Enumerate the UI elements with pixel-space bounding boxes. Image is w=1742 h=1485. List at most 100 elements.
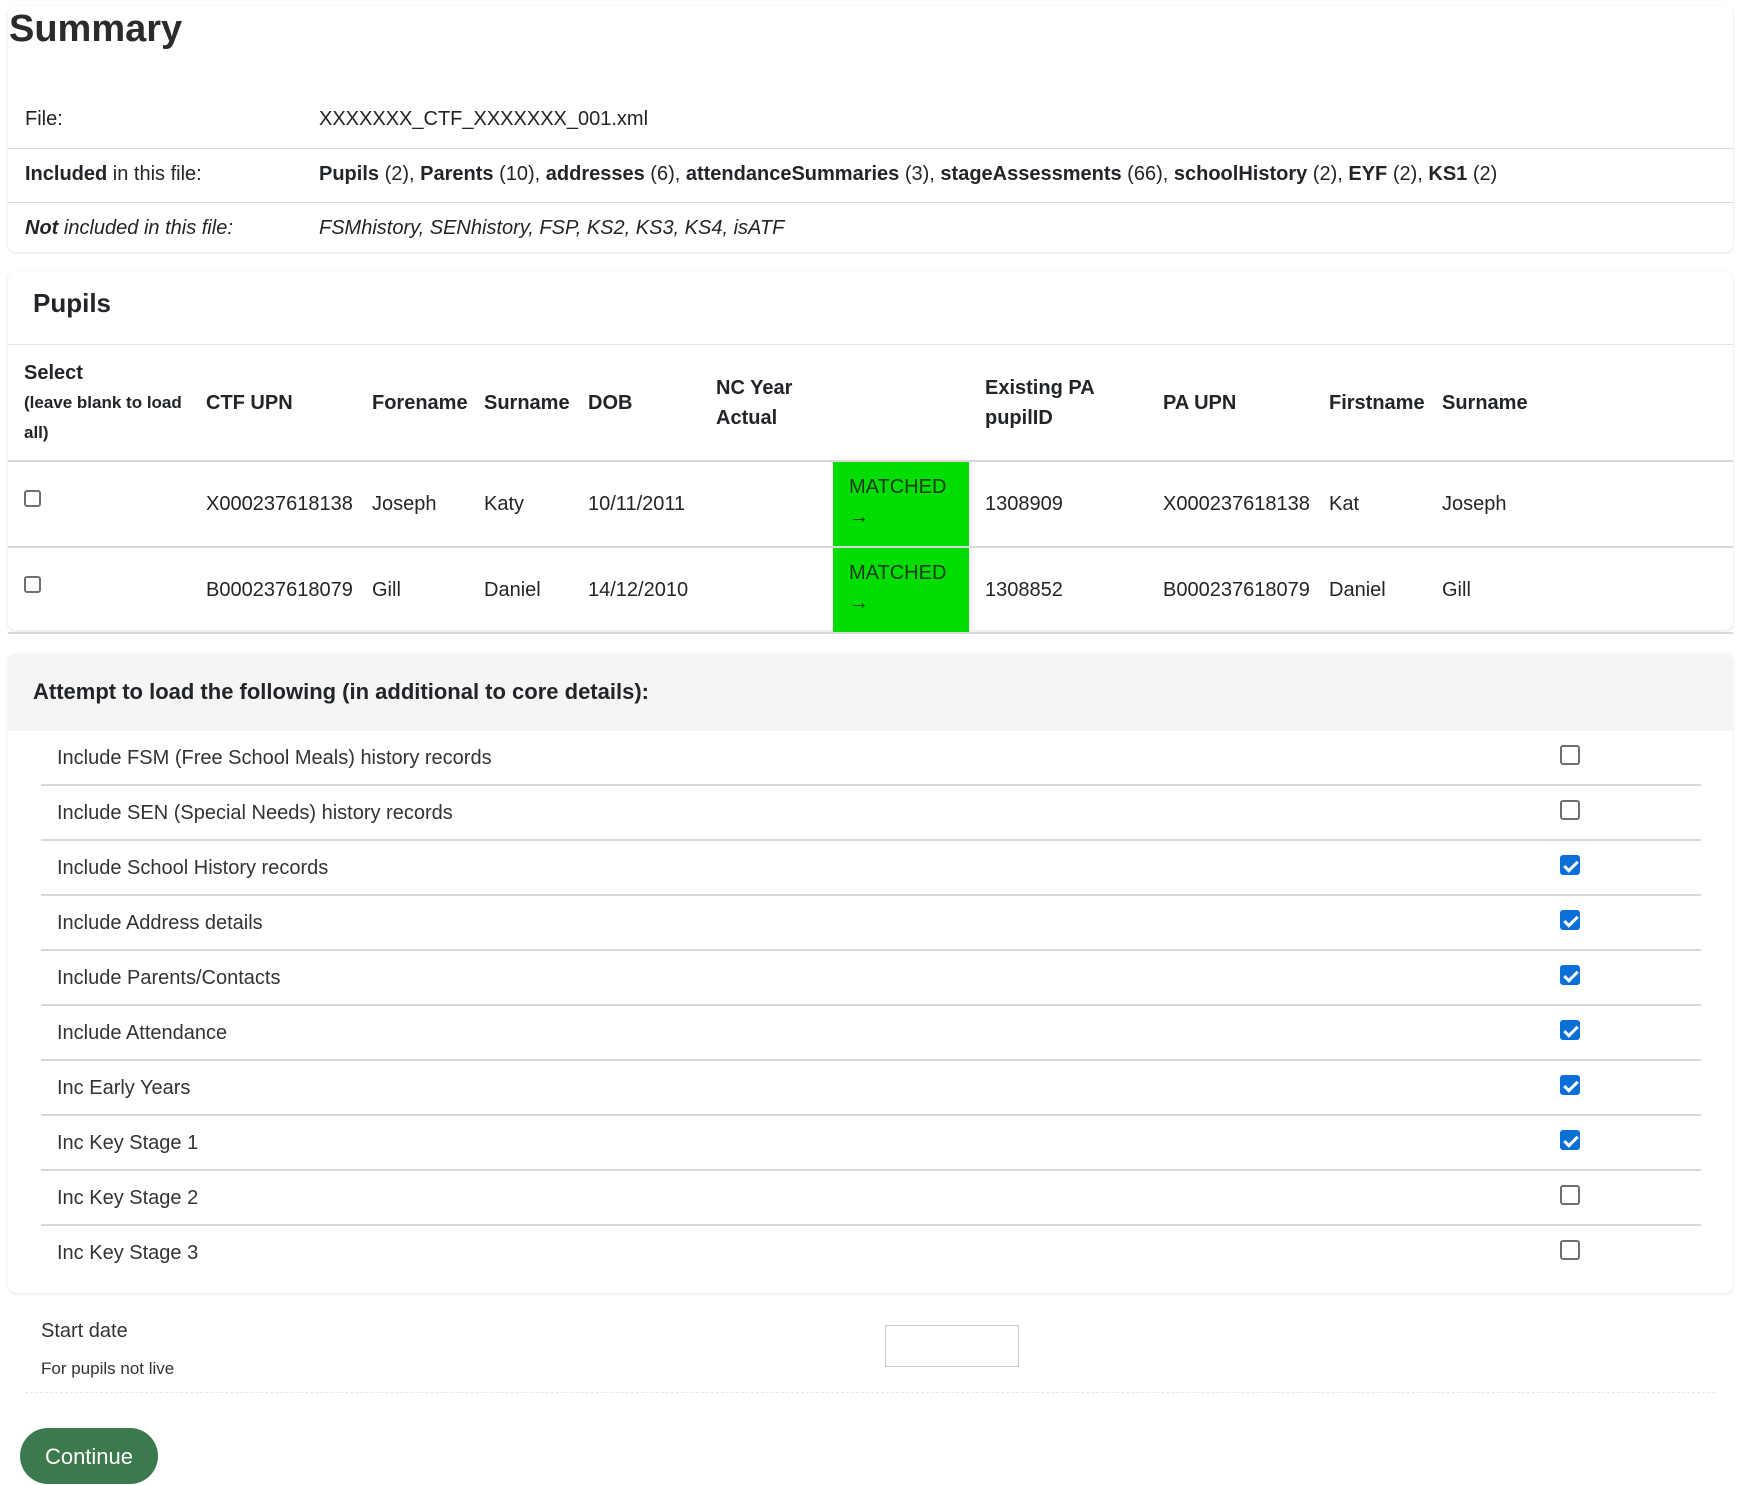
- included-item-count: (2): [379, 163, 410, 185]
- option-checkbox[interactable]: [1560, 1020, 1580, 1040]
- included-item-name: Parents: [420, 163, 494, 185]
- option-label: Include Attendance: [57, 1022, 228, 1044]
- not-included-label-rest: included in this file:: [58, 217, 233, 239]
- load-options-panel: Attempt to load the following (in additi…: [8, 653, 1733, 1293]
- included-item-name: attendanceSummaries: [685, 163, 900, 185]
- included-label-bold: Included: [25, 163, 108, 185]
- forename-cell: Gill: [356, 547, 468, 634]
- select-cell: [8, 461, 190, 548]
- option-label: Include Address details: [57, 912, 263, 934]
- start-date-help: For pupils not live: [41, 1359, 175, 1378]
- included-item-name: Pupils: [319, 163, 380, 185]
- load-options-header: Attempt to load the following (in additi…: [8, 653, 1733, 731]
- col-select-sub: (leave blank to load all): [24, 392, 182, 442]
- included-item: stageAssessments (66): [940, 163, 1162, 185]
- col-dob: DOB: [572, 345, 700, 462]
- option-checkbox[interactable]: [1560, 855, 1580, 875]
- option-checkbox[interactable]: [1560, 1240, 1580, 1260]
- col-surname: Surname: [468, 345, 572, 462]
- option-row: Include FSM (Free School Meals) history …: [41, 731, 1701, 786]
- included-item: Parents (10): [420, 163, 535, 185]
- option-row: Inc Early Years: [41, 1061, 1701, 1116]
- option-row: Include Address details: [41, 896, 1701, 951]
- summary-title: Summary: [9, 8, 183, 50]
- arrow-right-icon: →: [849, 592, 869, 614]
- pupils-table: Select (leave blank to load all) CTF UPN…: [8, 345, 1733, 634]
- option-checkbox[interactable]: [1560, 910, 1580, 930]
- option-checkbox[interactable]: [1560, 1075, 1580, 1095]
- not-included-label: Not included in this file:: [25, 217, 233, 240]
- option-row: Include SEN (Special Needs) history reco…: [41, 786, 1701, 841]
- option-label: Include School History records: [57, 857, 329, 879]
- match-status-badge: MATCHED →: [833, 461, 969, 548]
- pa-surname-cell: Gill: [1426, 547, 1733, 634]
- select-cell: [8, 547, 190, 634]
- existing-pa-cell: 1308852: [969, 547, 1147, 634]
- included-item-name: stageAssessments: [940, 163, 1122, 185]
- forename-cell: Joseph: [356, 461, 468, 548]
- surname-cell: Katy: [468, 461, 572, 548]
- row-select-checkbox[interactable]: [24, 489, 41, 507]
- dob-cell: 10/11/2011: [572, 461, 700, 548]
- option-checkbox[interactable]: [1560, 745, 1580, 765]
- included-item: KS1 (2): [1428, 163, 1497, 185]
- option-checkbox[interactable]: [1560, 1185, 1580, 1205]
- start-date-label: Start date: [41, 1320, 128, 1342]
- start-date-group: Start date For pupils not live: [25, 1300, 1715, 1393]
- pupils-panel: Pupils Select (leave blank to load all) …: [8, 272, 1733, 634]
- option-row: Include Parents/Contacts: [41, 951, 1701, 1006]
- pa-upn-cell: X000237618138: [1147, 461, 1313, 548]
- not-included-value: FSMhistory, SENhistory, FSP, KS2, KS3, K…: [319, 217, 785, 239]
- col-firstname: Firstname: [1313, 345, 1426, 462]
- included-label-rest: in this file:: [107, 163, 202, 185]
- option-checkbox[interactable]: [1560, 800, 1580, 820]
- option-checkbox[interactable]: [1560, 1130, 1580, 1150]
- option-label: Include Parents/Contacts: [57, 967, 281, 989]
- pa-upn-cell: B000237618079: [1147, 547, 1313, 634]
- included-item: schoolHistory (2): [1174, 163, 1337, 185]
- included-item-count: (66): [1121, 163, 1163, 185]
- included-item: addresses (6): [546, 163, 675, 185]
- option-row: Include School History records: [41, 841, 1701, 896]
- included-item-count: (2): [1307, 163, 1338, 185]
- existing-pa-cell: 1308909: [969, 461, 1147, 548]
- match-status-text: MATCHED: [849, 476, 947, 498]
- continue-button[interactable]: Continue: [20, 1428, 158, 1484]
- pupils-header: Pupils: [8, 272, 1733, 345]
- included-item: EYF (2): [1348, 163, 1417, 185]
- included-item-name: addresses: [545, 163, 645, 185]
- col-select-label: Select: [24, 361, 83, 384]
- load-options-list: Include FSM (Free School Meals) history …: [41, 731, 1701, 1279]
- included-row: Included in this file: Pupils (2), Paren…: [8, 148, 1733, 203]
- included-label: Included in this file:: [25, 163, 202, 186]
- col-nc-year: NC Year Actual: [700, 345, 833, 462]
- not-included-row: Not included in this file: FSMhistory, S…: [8, 202, 1733, 257]
- included-item-name: schoolHistory: [1173, 163, 1308, 185]
- option-checkbox[interactable]: [1560, 965, 1580, 985]
- match-status-badge: MATCHED →: [833, 547, 969, 634]
- table-row: X000237618138 Joseph Katy 10/11/2011 MAT…: [8, 461, 1733, 548]
- pupils-header-row: Select (leave blank to load all) CTF UPN…: [8, 345, 1733, 462]
- dob-cell: 14/12/2010: [572, 547, 700, 634]
- row-select-checkbox[interactable]: [24, 575, 41, 593]
- option-label: Inc Early Years: [57, 1077, 191, 1099]
- summary-panel: Summary File: XXXXXXX_CTF_XXXXXXX_001.xm…: [8, 6, 1733, 252]
- not-included-label-bold: Not: [25, 217, 59, 239]
- start-date-input[interactable]: [885, 1325, 1019, 1367]
- included-list: Pupils (2), Parents (10), addresses (6),…: [319, 163, 1498, 185]
- file-label: File:: [25, 108, 63, 130]
- option-label: Inc Key Stage 3: [57, 1242, 199, 1264]
- col-ctf-upn: CTF UPN: [190, 345, 356, 462]
- col-forename: Forename: [356, 345, 468, 462]
- col-pa-surname: Surname: [1426, 345, 1733, 462]
- option-label: Include FSM (Free School Meals) history …: [57, 747, 492, 769]
- col-existing-pa: Existing PA pupilID: [969, 345, 1147, 462]
- nc-year-cell: [700, 461, 833, 548]
- option-row: Inc Key Stage 2: [41, 1171, 1701, 1226]
- included-item: Pupils (2): [319, 163, 409, 185]
- option-label: Inc Key Stage 2: [57, 1187, 199, 1209]
- col-select: Select (leave blank to load all): [8, 345, 190, 462]
- arrow-right-icon: →: [849, 506, 869, 528]
- included-item-count: (3): [899, 163, 930, 185]
- surname-cell: Daniel: [468, 547, 572, 634]
